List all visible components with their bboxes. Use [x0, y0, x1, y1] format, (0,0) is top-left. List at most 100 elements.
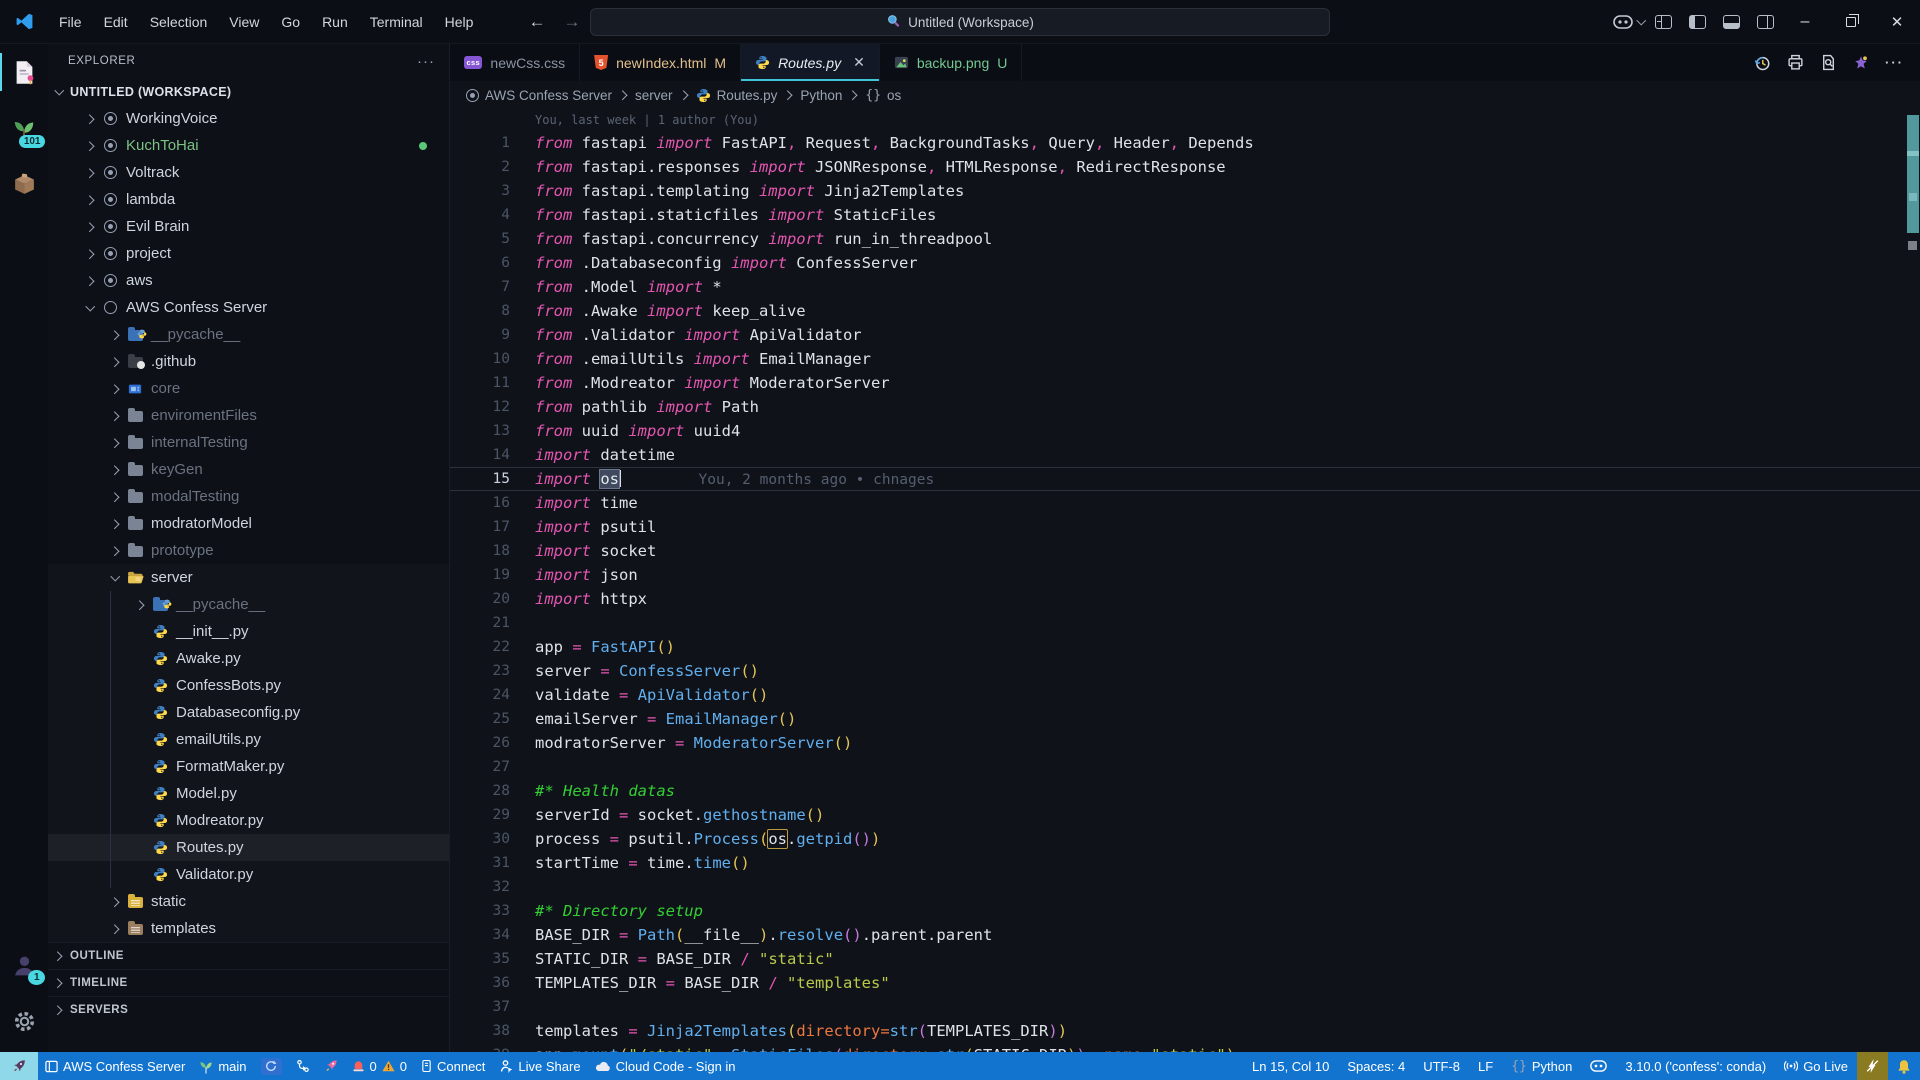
customize-layout-icon[interactable]: [1646, 7, 1680, 37]
tree-item-prototype[interactable]: prototype: [48, 537, 449, 564]
status-problems[interactable]: 00: [345, 1052, 414, 1080]
code-line-12[interactable]: 12from pathlib import Path: [450, 395, 1920, 419]
menu-terminal[interactable]: Terminal: [359, 8, 434, 36]
code-line-33[interactable]: 33#* Directory setup: [450, 899, 1920, 923]
ellipsis-icon[interactable]: ···: [1885, 55, 1904, 70]
menu-go[interactable]: Go: [270, 8, 311, 36]
breadcrumb-routes-py[interactable]: Routes.py: [696, 88, 778, 103]
tree-item-aws-confess-server[interactable]: AWS Confess Server: [48, 294, 449, 321]
code-line-1[interactable]: 1from fastapi import FastAPI, Request, B…: [450, 131, 1920, 155]
tree-item-emailutils-py[interactable]: emailUtils.py: [48, 726, 449, 753]
section-timeline[interactable]: TIMELINE: [48, 969, 449, 996]
code-line-6[interactable]: 6from .Databaseconfig import ConfessServ…: [450, 251, 1920, 275]
tree-item-internaltesting[interactable]: internalTesting: [48, 429, 449, 456]
code-line-17[interactable]: 17import psutil: [450, 515, 1920, 539]
code-line-36[interactable]: 36TEMPLATES_DIR = BASE_DIR / "templates": [450, 971, 1920, 995]
code-line-22[interactable]: 22app = FastAPI(): [450, 635, 1920, 659]
tree-item-static[interactable]: static: [48, 888, 449, 915]
tree-item-templates[interactable]: templates: [48, 915, 449, 942]
workspace-root[interactable]: UNTITLED (WORKSPACE): [48, 78, 449, 105]
breadcrumb-aws-confess-server[interactable]: AWS Confess Server: [466, 88, 612, 103]
tree-item-project[interactable]: project: [48, 240, 449, 267]
code-line-39[interactable]: 39app.mount("/static", StaticFiles(direc…: [450, 1043, 1920, 1052]
restore-icon[interactable]: [1828, 0, 1874, 44]
code-line-16[interactable]: 16import time: [450, 491, 1920, 515]
history-icon[interactable]: [1753, 54, 1771, 72]
breadcrumb-os[interactable]: {}os: [865, 88, 901, 103]
status-formatter-disabled[interactable]: [1857, 1052, 1888, 1080]
search-doc-icon[interactable]: [1820, 54, 1837, 71]
tree-item--pycache-[interactable]: __pycache__: [48, 321, 449, 348]
code-line-28[interactable]: 28#* Health datas: [450, 779, 1920, 803]
tab-backup.png[interactable]: backup.pngU: [880, 44, 1023, 81]
menu-view[interactable]: View: [218, 8, 270, 36]
close-icon[interactable]: ✕: [1874, 0, 1920, 44]
menu-run[interactable]: Run: [311, 8, 359, 36]
tab-close-icon[interactable]: ✕: [849, 54, 865, 71]
menu-file[interactable]: File: [48, 8, 93, 36]
code-line-27[interactable]: 27: [450, 755, 1920, 779]
code-line-11[interactable]: 11from .Modreator import ModeratorServer: [450, 371, 1920, 395]
status-git-branch[interactable]: main: [192, 1052, 253, 1080]
tree-item-formatmaker-py[interactable]: FormatMaker.py: [48, 753, 449, 780]
tree-item-modaltesting[interactable]: modalTesting: [48, 483, 449, 510]
code-line-5[interactable]: 5from fastapi.concurrency import run_in_…: [450, 227, 1920, 251]
tree-item-enviromentfiles[interactable]: enviromentFiles: [48, 402, 449, 429]
toggle-panel-icon[interactable]: [1714, 7, 1748, 37]
command-center-search[interactable]: Untitled (Workspace): [590, 8, 1330, 36]
tree-item-modratormodel[interactable]: modratorModel: [48, 510, 449, 537]
tree-item-server[interactable]: server: [48, 564, 449, 591]
tab-newindex.html[interactable]: 5newIndex.htmlM: [580, 44, 741, 81]
code-line-32[interactable]: 32: [450, 875, 1920, 899]
status-workspace-name[interactable]: AWS Confess Server: [38, 1052, 192, 1080]
tree-item-validator-py[interactable]: Validator.py: [48, 861, 449, 888]
status-go-live[interactable]: Go Live: [1775, 1052, 1857, 1080]
ellipsis-icon[interactable]: ···: [417, 53, 435, 70]
code-line-9[interactable]: 9from .Validator import ApiValidator: [450, 323, 1920, 347]
status-rocket-launch[interactable]: [317, 1052, 345, 1080]
minimize-icon[interactable]: –: [1782, 0, 1828, 44]
code-line-20[interactable]: 20import httpx: [450, 587, 1920, 611]
tree-item-core[interactable]: core: [48, 375, 449, 402]
status-encoding[interactable]: UTF-8: [1414, 1052, 1469, 1080]
code-line-19[interactable]: 19import json: [450, 563, 1920, 587]
tree-item-modreator-py[interactable]: Modreator.py: [48, 807, 449, 834]
code-line-4[interactable]: 4from fastapi.staticfiles import StaticF…: [450, 203, 1920, 227]
tree-item-routes-py[interactable]: Routes.py: [48, 834, 449, 861]
code-line-29[interactable]: 29serverId = socket.gethostname(): [450, 803, 1920, 827]
breadcrumb-python[interactable]: Python: [800, 88, 842, 103]
tree-item-awake-py[interactable]: Awake.py: [48, 645, 449, 672]
status-git-sync[interactable]: [254, 1052, 289, 1080]
code-line-24[interactable]: 24validate = ApiValidator(): [450, 683, 1920, 707]
tree-item--init-py[interactable]: __init__.py: [48, 618, 449, 645]
tree-item--pycache-[interactable]: __pycache__: [48, 591, 449, 618]
status-language-mode[interactable]: {}Python: [1502, 1052, 1581, 1080]
toggle-secondary-sidebar-icon[interactable]: [1748, 7, 1782, 37]
tree-item-kuchtohai[interactable]: KuchToHai: [48, 132, 449, 159]
tree-item-evil-brain[interactable]: Evil Brain: [48, 213, 449, 240]
tree-item--github[interactable]: .github: [48, 348, 449, 375]
code-line-34[interactable]: 34BASE_DIR = Path(__file__).resolve().pa…: [450, 923, 1920, 947]
status-cursor-position[interactable]: Ln 15, Col 10: [1243, 1052, 1338, 1080]
activity-extensions[interactable]: [0, 161, 48, 207]
toggle-sidebar-icon[interactable]: [1680, 7, 1714, 37]
status-eol[interactable]: LF: [1469, 1052, 1502, 1080]
tree-item-keygen[interactable]: keyGen: [48, 456, 449, 483]
code-line-10[interactable]: 10from .emailUtils import EmailManager: [450, 347, 1920, 371]
tree-item-aws[interactable]: aws: [48, 267, 449, 294]
code-line-18[interactable]: 18import socket: [450, 539, 1920, 563]
menu-edit[interactable]: Edit: [93, 8, 139, 36]
code-line-8[interactable]: 8from .Awake import keep_alive: [450, 299, 1920, 323]
section-servers[interactable]: SERVERS: [48, 996, 449, 1023]
status-cloud-code[interactable]: Cloud Code - Sign in: [588, 1052, 743, 1080]
code-line-37[interactable]: 37: [450, 995, 1920, 1019]
tree-item-voltrack[interactable]: Voltrack: [48, 159, 449, 186]
code-line-23[interactable]: 23server = ConfessServer(): [450, 659, 1920, 683]
code-line-25[interactable]: 25emailServer = EmailManager(): [450, 707, 1920, 731]
code-line-26[interactable]: 26modratorServer = ModeratorServer(): [450, 731, 1920, 755]
code-line-3[interactable]: 3from fastapi.templating import Jinja2Te…: [450, 179, 1920, 203]
status-compare-changes[interactable]: [289, 1052, 317, 1080]
tree-item-confessbots-py[interactable]: ConfessBots.py: [48, 672, 449, 699]
code-line-30[interactable]: 30process = psutil.Process(os.getpid()): [450, 827, 1920, 851]
nav-back-icon[interactable]: ←: [528, 12, 545, 32]
